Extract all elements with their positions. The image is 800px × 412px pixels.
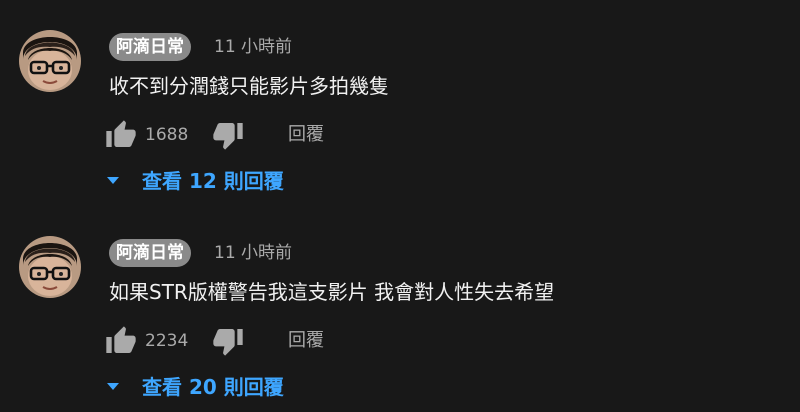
view-replies-button[interactable]: 查看 12 則回覆	[104, 163, 284, 199]
thumb-down-icon	[212, 329, 244, 361]
view-replies-button[interactable]: 查看 20 則回覆	[104, 369, 284, 405]
thumb-down-icon	[212, 123, 244, 155]
reply-button[interactable]: 回覆	[282, 119, 330, 151]
like-count: 2234	[145, 331, 189, 351]
comment-timestamp[interactable]: 11 小時前	[214, 239, 292, 267]
comment-thread: 阿滴日常 11 小時前 收不到分潤錢只能影片多拍幾隻 1688 回覆 查看 12…	[0, 0, 800, 206]
comment-text: 收不到分潤錢只能影片多拍幾隻	[109, 74, 389, 98]
like-button[interactable]	[105, 325, 137, 357]
avatar[interactable]	[19, 236, 81, 298]
dislike-button[interactable]	[212, 325, 244, 357]
reply-button[interactable]: 回覆	[282, 325, 330, 357]
thumb-up-icon	[105, 326, 137, 361]
author-name[interactable]: 阿滴日常	[109, 33, 191, 61]
thumb-up-icon	[105, 120, 137, 155]
comment-text: 如果STR版權警告我這支影片 我會對人性失去希望	[109, 280, 555, 304]
author-name[interactable]: 阿滴日常	[109, 239, 191, 267]
caret-down-icon	[104, 163, 122, 199]
like-button[interactable]	[105, 119, 137, 151]
caret-down-icon	[104, 369, 122, 405]
like-count: 1688	[145, 125, 189, 145]
avatar[interactable]	[19, 30, 81, 92]
comment-timestamp[interactable]: 11 小時前	[214, 33, 292, 61]
view-replies-label: 查看 12 則回覆	[142, 169, 284, 193]
comment-thread: 阿滴日常 11 小時前 如果STR版權警告我這支影片 我會對人性失去希望 223…	[0, 206, 800, 412]
dislike-button[interactable]	[212, 119, 244, 151]
view-replies-label: 查看 20 則回覆	[142, 375, 284, 399]
